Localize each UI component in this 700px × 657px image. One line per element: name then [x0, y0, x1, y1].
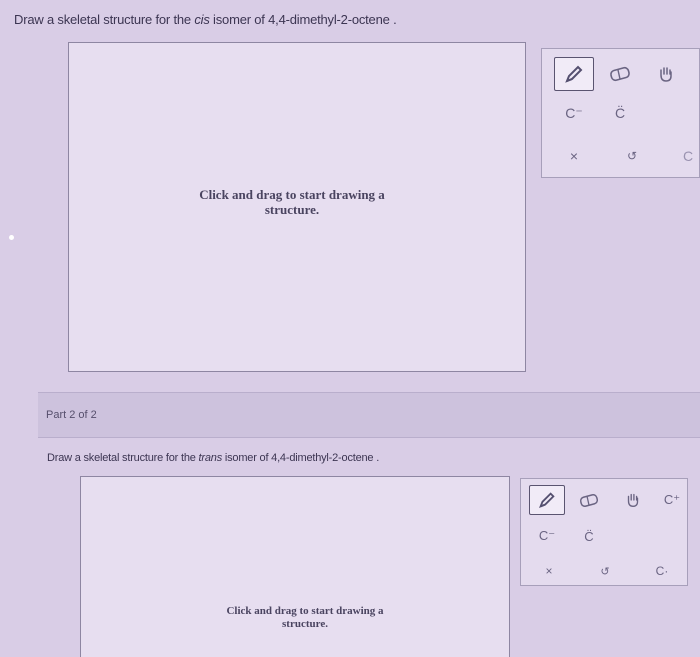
part2-question-prefix: Draw a skeletal structure for the [47, 452, 199, 464]
part1-question: Draw a skeletal structure for the cis is… [14, 12, 397, 27]
part1-question-isomer: cis [194, 12, 210, 27]
cursor-dot [9, 235, 14, 240]
part2-canvas-hint-line1: Click and drag to start drawing a [226, 605, 384, 617]
part1-delete-tool[interactable]: × [554, 144, 594, 168]
part1-canvas-hint: Click and drag to start drawing a struct… [199, 187, 385, 217]
part1-toolbar: C⁻ C̈ × ↺ C [541, 48, 700, 178]
pencil-icon [565, 65, 583, 83]
part2-question-suffix: isomer of 4,4-dimethyl-2-octene . [222, 452, 380, 464]
part1-canvas-hint-line1: Click and drag to start drawing a [199, 187, 385, 202]
part1-canvas-hint-line2: structure. [264, 202, 320, 217]
part2-eraser-tool[interactable] [571, 485, 607, 515]
part1-radical-tool[interactable]: C [676, 144, 700, 168]
part2-delete-tool[interactable]: × [535, 561, 563, 581]
part2-undo-tool[interactable]: ↺ [591, 561, 619, 581]
part1-hand-tool[interactable] [646, 57, 686, 91]
part2-carbene-tool[interactable]: C̈ [571, 525, 607, 547]
part2-header-bar: Part 2 of 2 [38, 392, 700, 438]
part1-question-suffix: isomer of 4,4-dimethyl-2-octene . [209, 12, 397, 27]
hand-icon [660, 67, 672, 82]
part2-question: Draw a skeletal structure for the trans … [47, 452, 379, 464]
part2-carbocation-tool[interactable]: C⁺ [657, 485, 687, 515]
part1-question-prefix: Draw a skeletal structure for the [14, 12, 195, 27]
part1-eraser-tool[interactable] [600, 57, 640, 91]
hand-icon [627, 493, 639, 507]
part2-canvas-hint: Click and drag to start drawing a struct… [226, 605, 383, 631]
part2-question-isomer: trans [198, 452, 223, 464]
eraser-icon [579, 493, 599, 507]
part1-undo-tool[interactable]: ↺ [612, 144, 652, 168]
part1-drawing-canvas[interactable]: Click and drag to start drawing a struct… [68, 42, 526, 372]
part2-drawing-canvas[interactable]: Click and drag to start drawing a struct… [80, 476, 510, 657]
part2-label: Part 2 of 2 [46, 409, 97, 421]
part2-hand-tool[interactable] [615, 485, 651, 515]
part1-carbene-tool[interactable]: C̈ [600, 101, 640, 125]
eraser-icon [610, 66, 630, 82]
part2-carbanion-tool[interactable]: C⁻ [529, 525, 565, 547]
part2-pencil-tool[interactable] [529, 485, 565, 515]
part2-toolbar: C⁺ C⁻ C̈ × ↺ C· [520, 478, 688, 586]
part2-canvas-hint-line2: structure. [282, 618, 328, 630]
part1-carbanion-tool[interactable]: C⁻ [554, 101, 594, 125]
pencil-icon [539, 492, 555, 508]
part2-radical-tool[interactable]: C· [647, 561, 677, 581]
part1-pencil-tool[interactable] [554, 57, 594, 91]
